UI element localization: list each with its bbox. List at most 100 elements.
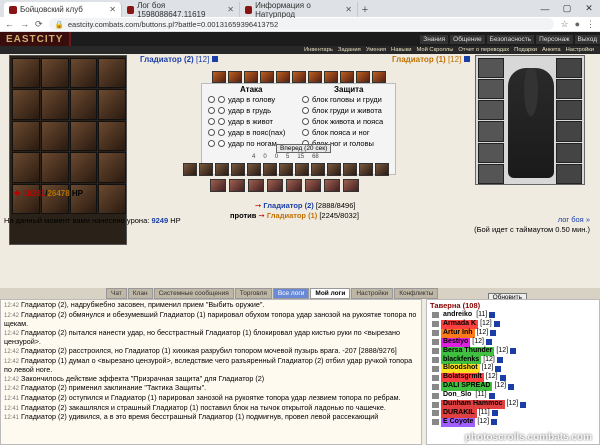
- defense-option[interactable]: блок живота и пояса: [302, 117, 383, 126]
- attack-option[interactable]: удар в пояс(пах): [208, 128, 285, 137]
- item-slot[interactable]: [183, 163, 197, 176]
- sub-nav-item[interactable]: Инвентарь: [304, 47, 333, 53]
- spell-slot[interactable]: [343, 179, 359, 192]
- user-name[interactable]: Dunham Hammoc: [441, 400, 505, 409]
- chat-tab[interactable]: Настройки: [351, 288, 394, 299]
- ability-slot[interactable]: [372, 71, 386, 83]
- player-left-name[interactable]: Гладиатор (2) [12]: [140, 55, 218, 64]
- info-icon[interactable]: [493, 321, 500, 328]
- equip-slot[interactable]: [98, 58, 126, 89]
- user-name[interactable]: Armada K: [441, 319, 479, 329]
- equip-slot[interactable]: [556, 142, 582, 163]
- profile-icon[interactable]: ●: [575, 19, 580, 29]
- opponent-name[interactable]: Гладиатор (2): [263, 201, 313, 210]
- equip-slot[interactable]: [98, 120, 126, 152]
- sub-nav-item[interactable]: Навыки: [391, 47, 411, 53]
- item-slot[interactable]: [359, 163, 373, 176]
- sub-nav-item[interactable]: Умения: [366, 47, 386, 53]
- chat-tab[interactable]: Системные сообщения: [153, 288, 234, 299]
- user-list-item[interactable]: Bloodshot [12]: [427, 364, 599, 374]
- spell-slot[interactable]: [229, 179, 245, 192]
- forward-icon[interactable]: →: [20, 19, 29, 29]
- ability-slot[interactable]: [260, 71, 274, 83]
- chat-tab[interactable]: Клан: [127, 288, 153, 299]
- user-name[interactable]: DURAKIL: [441, 408, 477, 418]
- top-nav-item[interactable]: Выход: [574, 34, 600, 44]
- item-slot[interactable]: [263, 163, 277, 176]
- user-name[interactable]: blackfenks: [441, 355, 482, 365]
- equip-slot[interactable]: [478, 79, 504, 100]
- chat-tab[interactable]: Торговля: [234, 288, 272, 299]
- user-name[interactable]: DALI SPREAD: [441, 382, 493, 392]
- close-tab-icon[interactable]: ✕: [345, 5, 352, 14]
- info-icon[interactable]: [495, 365, 502, 372]
- equip-slot[interactable]: [556, 100, 582, 121]
- item-slot[interactable]: [215, 163, 229, 176]
- ability-slot[interactable]: [324, 71, 338, 83]
- user-list-item[interactable]: DALI SPREAD [12]: [427, 382, 599, 392]
- spell-slot[interactable]: [210, 179, 226, 192]
- reload-icon[interactable]: ⟳: [35, 19, 43, 30]
- equip-slot[interactable]: [478, 121, 504, 142]
- close-tab-icon[interactable]: ✕: [227, 5, 234, 14]
- defense-option[interactable]: блок головы и груди: [302, 95, 382, 104]
- item-slot[interactable]: [199, 163, 213, 176]
- ability-slot[interactable]: [308, 71, 322, 83]
- equip-slot[interactable]: [556, 58, 582, 79]
- equip-slot[interactable]: [556, 79, 582, 100]
- info-icon[interactable]: [491, 419, 498, 426]
- user-name[interactable]: Bloodshot: [441, 364, 480, 374]
- ability-slot[interactable]: [340, 71, 354, 83]
- bookmark-star-icon[interactable]: ☆: [560, 19, 568, 30]
- equip-slot[interactable]: [98, 152, 126, 183]
- item-slot[interactable]: [247, 163, 261, 176]
- info-icon[interactable]: [211, 56, 218, 62]
- user-name[interactable]: E Coyote: [441, 417, 476, 427]
- spell-slot[interactable]: [305, 179, 321, 192]
- attack-option[interactable]: удар в живот: [208, 117, 273, 126]
- info-icon[interactable]: [510, 348, 517, 355]
- browser-tab-3[interactable]: Информация о Натурпрод ✕: [240, 1, 358, 19]
- url-field[interactable]: 🔒 eastcity.combats.com/buttons.pl?battle…: [48, 18, 555, 30]
- info-icon[interactable]: [520, 401, 527, 408]
- equip-slot[interactable]: [12, 89, 40, 120]
- user-list-item[interactable]: Artur Inh [12]: [427, 328, 599, 338]
- item-slot[interactable]: [375, 163, 389, 176]
- sub-nav-item[interactable]: Подарки: [514, 47, 537, 53]
- fight-log-link[interactable]: лог боя »: [558, 215, 590, 224]
- sub-nav-item[interactable]: Анкета: [542, 47, 561, 53]
- attack-option[interactable]: удар по ногам: [208, 139, 277, 148]
- forward-button[interactable]: Вперед (20 сек): [276, 144, 332, 153]
- new-tab-icon[interactable]: +: [358, 2, 372, 17]
- equip-slot[interactable]: [556, 121, 582, 142]
- sub-nav-item[interactable]: Мой Скроллы: [416, 47, 453, 53]
- user-name[interactable]: Don_Slo: [441, 391, 474, 401]
- user-list-item[interactable]: Bersa Thunder [12]: [427, 346, 599, 356]
- info-icon[interactable]: [508, 383, 515, 390]
- user-list-item[interactable]: Don_Slo [11]: [427, 391, 599, 401]
- top-nav-item[interactable]: Общение: [450, 34, 485, 44]
- spell-slot[interactable]: [248, 179, 264, 192]
- spell-slot[interactable]: [286, 179, 302, 192]
- equip-slot[interactable]: [556, 163, 582, 184]
- sub-nav-item[interactable]: Настройки: [566, 47, 594, 53]
- spell-slot[interactable]: [267, 179, 283, 192]
- top-nav-item[interactable]: Персонаж: [536, 34, 573, 44]
- equip-slot[interactable]: [69, 120, 98, 152]
- chat-tab[interactable]: Конфликты: [394, 288, 439, 299]
- ability-slot[interactable]: [244, 71, 258, 83]
- user-list-item[interactable]: Bolatsgrmlt [12]: [427, 373, 599, 383]
- item-slot[interactable]: [279, 163, 293, 176]
- ability-slot[interactable]: [276, 71, 290, 83]
- info-icon[interactable]: [488, 392, 495, 399]
- equip-slot[interactable]: [69, 89, 98, 120]
- sub-nav-item[interactable]: Задания: [338, 47, 361, 53]
- equip-slot[interactable]: [12, 152, 40, 183]
- equip-slot[interactable]: [98, 183, 126, 214]
- user-list-item[interactable]: blackfenks [12]: [427, 355, 599, 365]
- close-window-icon[interactable]: ✕: [578, 3, 600, 14]
- defense-option[interactable]: блок груди и живота: [302, 106, 382, 115]
- defense-option[interactable]: блок пояса и ног: [302, 128, 370, 137]
- chat-tab-active[interactable]: Мой логи: [310, 288, 351, 299]
- info-icon[interactable]: [489, 312, 496, 319]
